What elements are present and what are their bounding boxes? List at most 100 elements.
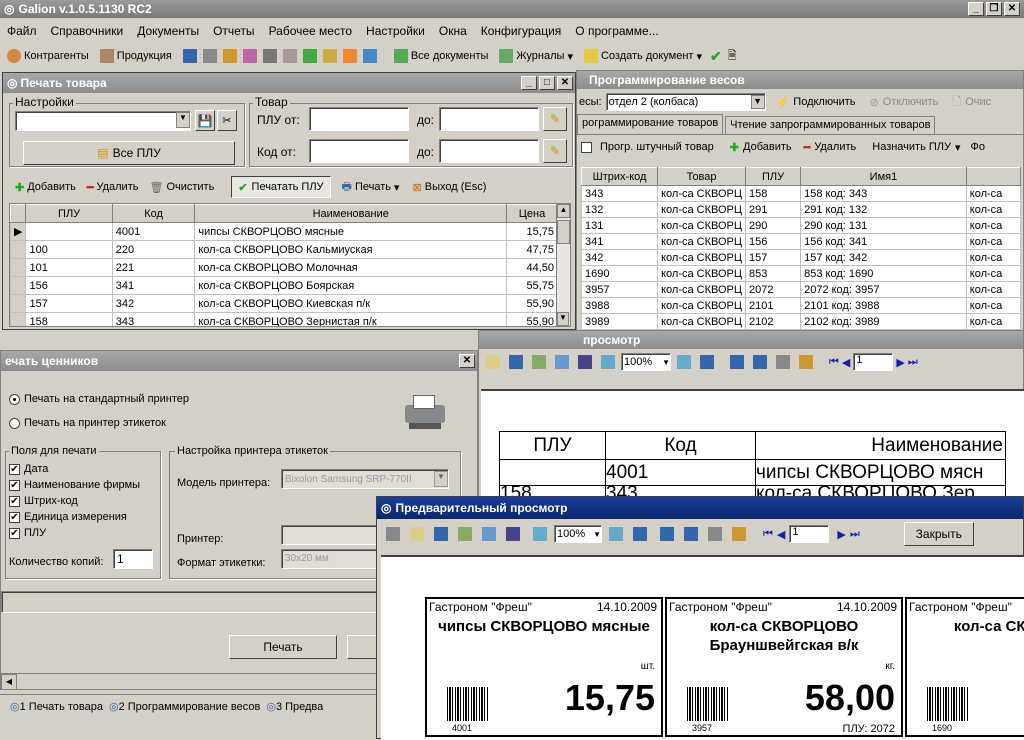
- page-single-icon[interactable]: [660, 527, 674, 541]
- print-field-option[interactable]: ✔ Дата: [9, 461, 140, 477]
- row-indicator[interactable]: ▶: [10, 222, 27, 241]
- print-button[interactable]: Печать: [229, 635, 337, 659]
- table-row[interactable]: 3989 кол-са СКВОРЦ 2102 2102 код: 3989 кол-с…: [580, 313, 1022, 330]
- prev-page-icon[interactable]: ◀: [842, 356, 850, 369]
- preview-back-page[interactable]: 1: [853, 353, 894, 371]
- model-select[interactable]: Bixolon Samsung SRP-770II ▼: [281, 469, 449, 489]
- contractors-button[interactable]: Контрагенты: [24, 50, 89, 62]
- home-icon[interactable]: [342, 49, 357, 63]
- row-indicator[interactable]: [10, 276, 27, 295]
- price-tags-close-button[interactable]: ✕: [459, 354, 475, 368]
- print-field-option[interactable]: ✔ Штрих-код: [9, 493, 140, 509]
- journals-button[interactable]: Журналы: [516, 50, 564, 62]
- menu-item[interactable]: Настройки: [359, 24, 432, 38]
- disconnect-button[interactable]: Отключить: [883, 96, 939, 108]
- label-printer-radio[interactable]: [9, 417, 20, 429]
- all-docs-button[interactable]: Все документы: [411, 50, 489, 62]
- tab-program-goods[interactable]: рограммирование товаров: [577, 114, 724, 134]
- scissors-button[interactable]: ✂: [217, 110, 237, 131]
- row-indicator[interactable]: [10, 312, 27, 326]
- horizontal-scrollbar[interactable]: ◀: [1, 673, 379, 690]
- chevron-down-icon[interactable]: ▼: [434, 471, 448, 487]
- pg-minimize-button[interactable]: _: [521, 76, 537, 90]
- zoom-in-icon[interactable]: [601, 355, 615, 369]
- scales-column-header[interactable]: ПЛУ: [745, 167, 802, 186]
- scroll-thumb[interactable]: [557, 220, 570, 244]
- table-row[interactable]: 131 кол-са СКВОРЦ 290 290 код: 131 кол-са: [580, 217, 1022, 234]
- preview-page[interactable]: 1: [789, 525, 830, 543]
- all-plu-button[interactable]: ▤ Все ПЛУ: [23, 141, 235, 165]
- create-doc-button[interactable]: Создать документ: [601, 50, 694, 62]
- print-field-checkbox[interactable]: ✔: [9, 527, 20, 539]
- menu-item[interactable]: Файл: [0, 24, 44, 38]
- table-row[interactable]: 157 342 кол-са СКВОРЦОВО Киевская п/к 55,90: [10, 294, 558, 313]
- scales-add-button[interactable]: Добавить: [743, 141, 792, 153]
- table-row[interactable]: 100 220 кол-са СКВОРЦОВО Кальмиуская 47,75: [10, 240, 558, 259]
- close-button[interactable]: ✕: [1004, 2, 1020, 16]
- exchange-icon[interactable]: [242, 49, 257, 63]
- preview-close-button[interactable]: Закрыть: [903, 522, 974, 546]
- std-printer-radio[interactable]: [9, 393, 20, 405]
- scroll-up-icon[interactable]: ▲: [557, 204, 570, 218]
- row-indicator[interactable]: [10, 258, 27, 277]
- binoculars-icon[interactable]: [506, 527, 520, 541]
- chevron-down-icon[interactable]: ▼: [176, 112, 190, 128]
- check-icon[interactable]: ✔: [710, 48, 722, 65]
- next-page-icon[interactable]: ▶: [837, 528, 845, 541]
- print-field-checkbox[interactable]: ✔: [9, 495, 20, 507]
- table-row[interactable]: 3988 кол-са СКВОРЦ 2101 2101 код: 3988 кол-с…: [580, 297, 1022, 314]
- taskbar-window-button[interactable]: ◎ 2 Программирование весов: [109, 700, 260, 714]
- zoom-out-icon[interactable]: [677, 355, 691, 369]
- preview-back-zoom[interactable]: 100% ▼: [621, 353, 671, 371]
- vertical-scrollbar[interactable]: ▲ ▼: [556, 204, 570, 326]
- table-row[interactable]: 3957 кол-са СКВОРЦ 2072 2072 код: 3957 кол-с…: [580, 281, 1022, 298]
- scales-icon[interactable]: [282, 49, 297, 63]
- cancel-button[interactable]: [347, 635, 379, 659]
- exit-button[interactable]: Выход (Esc): [425, 181, 487, 193]
- format-select[interactable]: 30x20 мм: [281, 549, 379, 569]
- list-icon[interactable]: [262, 49, 277, 63]
- print-plu-button[interactable]: ✔ Печатать ПЛУ: [231, 176, 331, 198]
- chart-icon[interactable]: [202, 49, 217, 63]
- save-icon[interactable]: [434, 527, 448, 541]
- email-icon[interactable]: [555, 355, 569, 369]
- note-icon[interactable]: [362, 49, 377, 63]
- table-row[interactable]: 156 341 кол-са СКВОРЦОВО Боярская 55,75: [10, 276, 558, 295]
- next-page-icon[interactable]: ▶: [896, 356, 904, 369]
- scroll-left-icon[interactable]: ◀: [1, 674, 17, 690]
- print-field-option[interactable]: ✔ Единица измерения: [9, 509, 140, 525]
- goods-column-header[interactable]: Наименование: [194, 204, 508, 223]
- copies-input[interactable]: 1: [113, 549, 153, 569]
- pencil-icon[interactable]: [222, 49, 237, 63]
- minimize-button[interactable]: _: [968, 2, 984, 16]
- first-page-icon[interactable]: ⏮: [829, 356, 839, 369]
- fit-icon[interactable]: [633, 527, 647, 541]
- save-icon[interactable]: [509, 355, 523, 369]
- taskbar-window-button[interactable]: ◎ 1 Печать товара: [10, 700, 103, 714]
- scales-column-header[interactable]: Имя1: [800, 167, 967, 186]
- zoom-in-icon[interactable]: [533, 527, 547, 541]
- pg-print-button[interactable]: Печать: [355, 181, 391, 193]
- table-row[interactable]: 343 кол-са СКВОРЦ 158 158 код: 343 кол-са: [580, 185, 1022, 202]
- products-button[interactable]: Продукция: [117, 50, 172, 62]
- zoom-out-icon[interactable]: [609, 527, 623, 541]
- scroll-down-icon[interactable]: ▼: [557, 312, 569, 326]
- code-from-input[interactable]: [309, 139, 409, 163]
- first-page-icon[interactable]: ⏮: [763, 528, 773, 541]
- pg-add-button[interactable]: Добавить: [27, 181, 76, 193]
- row-indicator[interactable]: [10, 294, 27, 313]
- export-icon[interactable]: [532, 355, 546, 369]
- document-icon[interactable]: 🗎: [728, 47, 737, 66]
- taskbar-window-button[interactable]: ◎ 3 Предва: [266, 700, 323, 714]
- edit-icon[interactable]: [322, 49, 337, 63]
- page-single-icon[interactable]: [730, 355, 744, 369]
- menu-item[interactable]: Окна: [432, 24, 474, 38]
- table-row[interactable]: 342 кол-са СКВОРЦ 157 157 код: 342 кол-са: [580, 249, 1022, 266]
- print-field-checkbox[interactable]: ✔: [9, 463, 20, 475]
- export-icon[interactable]: [458, 527, 472, 541]
- preview-zoom[interactable]: 100% ▼: [554, 525, 602, 543]
- row-indicator[interactable]: [10, 240, 27, 259]
- open-icon[interactable]: [410, 527, 424, 541]
- table-row[interactable]: 1690 кол-са СКВОРЦ 853 853 код: 1690 кол-са: [580, 265, 1022, 282]
- clear-scales-button[interactable]: Очис: [965, 96, 991, 108]
